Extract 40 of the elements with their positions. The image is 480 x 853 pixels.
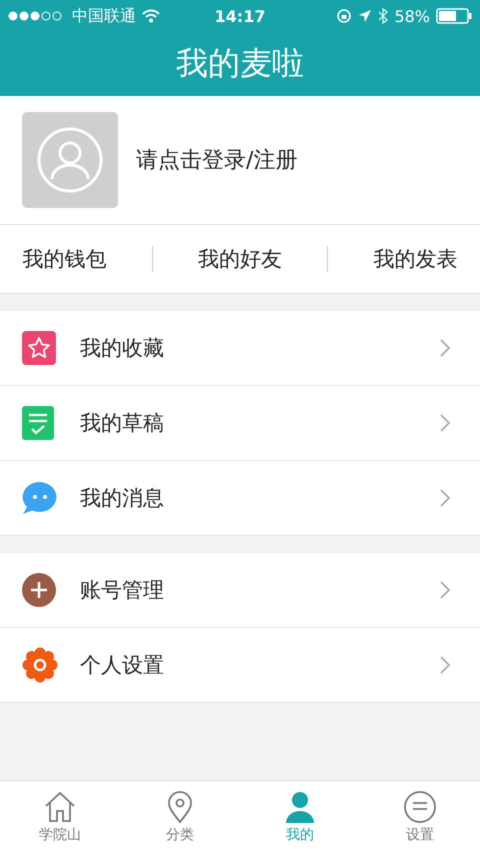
chat-icon: [403, 790, 437, 824]
settings-icon: [22, 647, 58, 683]
tab-item[interactable]: 分类: [120, 781, 240, 853]
menu-label: 个人设置: [80, 652, 164, 679]
chat-bubble-icon: [22, 481, 58, 515]
menu-item[interactable]: 我的消息: [0, 461, 480, 536]
menu-item[interactable]: 个人设置: [0, 628, 480, 703]
tab-item[interactable]: 设置: [360, 781, 480, 853]
page-title: 我的麦啦: [176, 43, 304, 84]
carrier-name: 中国联通: [72, 6, 136, 26]
login-link[interactable]: 请点击登录/注册: [136, 145, 298, 175]
wifi-icon: [142, 9, 160, 23]
menu-label: 我的消息: [80, 485, 164, 512]
location-icon: [358, 9, 372, 23]
chevron-right-icon: [440, 489, 450, 507]
menu-label: 我的草稿: [80, 410, 164, 437]
menu-label: 账号管理: [80, 577, 164, 604]
quick-link[interactable]: 我的发表: [373, 245, 458, 273]
plus-icon: [22, 573, 56, 607]
menu-item[interactable]: 账号管理: [0, 553, 480, 628]
checklist-icon: [22, 406, 54, 440]
menu-item[interactable]: 我的收藏: [0, 311, 480, 386]
quick-link[interactable]: 我的钱包: [22, 245, 107, 273]
avatar-placeholder[interactable]: [22, 112, 118, 208]
menu-item[interactable]: 我的草稿: [0, 386, 480, 461]
chevron-right-icon: [440, 581, 450, 599]
battery-icon: [436, 8, 472, 24]
battery-percent: 58%: [394, 6, 430, 26]
tab-item[interactable]: 学院山: [0, 781, 120, 853]
menu-label: 我的收藏: [80, 335, 164, 362]
rotation-lock-icon: [336, 8, 352, 24]
quick-link[interactable]: 我的好友: [198, 245, 282, 273]
user-icon: [37, 127, 103, 193]
person-icon: [283, 790, 317, 824]
chevron-right-icon: [440, 414, 450, 432]
status-time: 14:17: [214, 6, 266, 26]
home-icon: [43, 790, 77, 824]
chevron-right-icon: [440, 656, 450, 674]
bluetooth-icon: [378, 8, 388, 24]
chevron-right-icon: [440, 339, 450, 357]
